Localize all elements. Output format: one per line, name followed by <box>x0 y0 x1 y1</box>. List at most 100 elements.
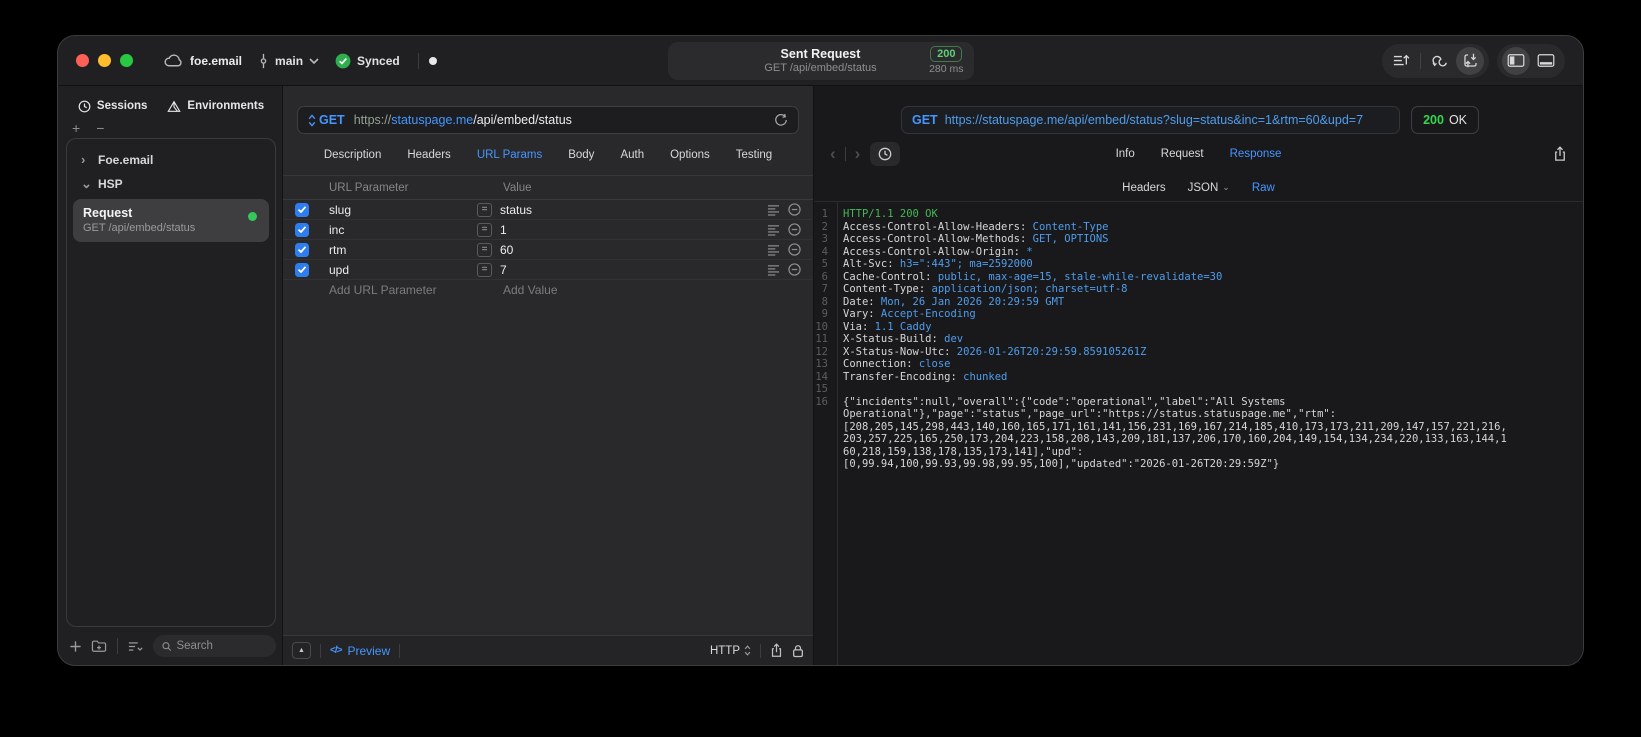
tab-auth[interactable]: Auth <box>620 149 644 161</box>
tree-group-foe-email[interactable]: › Foe.email <box>73 148 269 172</box>
summary-subtitle: GET /api/embed/status <box>764 62 877 74</box>
tab-info[interactable]: Info <box>1116 148 1135 160</box>
history-button[interactable] <box>870 142 901 166</box>
param-value-field[interactable]: 7 <box>500 263 507 277</box>
tab-request[interactable]: Request <box>1161 148 1204 160</box>
share-request-button[interactable] <box>770 643 783 658</box>
line-number: 9 <box>821 308 828 320</box>
tab-url-params[interactable]: URL Params <box>477 149 542 161</box>
row-options-icon[interactable] <box>767 224 780 236</box>
tab-description[interactable]: Description <box>324 149 382 161</box>
branch-selector[interactable]: main <box>258 53 319 69</box>
equals-icon: = <box>477 202 492 217</box>
column-header-parameter: URL Parameter <box>329 181 409 194</box>
request-url-bar[interactable]: GET https://statuspage.me/api/embed/stat… <box>297 106 799 134</box>
url-host: statuspage.me <box>391 113 474 127</box>
param-value-field[interactable]: 60 <box>500 243 513 257</box>
method-selector[interactable]: GET <box>308 113 345 127</box>
lock-button[interactable] <box>792 644 804 658</box>
code-token: dev <box>937 333 964 345</box>
equals-icon: = <box>477 222 492 237</box>
export-response-button[interactable] <box>1553 146 1567 162</box>
forward-button[interactable]: › <box>855 144 861 164</box>
sessions-tree: › Foe.email ⌄ HSP Request GET /api/embed… <box>66 138 276 627</box>
code-token: Connection: <box>843 358 913 370</box>
clock-icon <box>78 100 91 112</box>
minimize-button[interactable] <box>98 54 111 67</box>
row-options-icon[interactable] <box>767 244 780 256</box>
param-enabled-checkbox[interactable] <box>295 222 309 237</box>
sync-status-group[interactable]: Synced <box>335 53 400 69</box>
tree-group-hsp[interactable]: ⌄ HSP <box>73 172 269 196</box>
param-value-field[interactable]: status <box>500 203 532 217</box>
request-panel: GET https://statuspage.me/api/embed/stat… <box>282 86 814 665</box>
tab-body[interactable]: Body <box>568 149 594 161</box>
remove-param-icon[interactable] <box>788 203 801 216</box>
add-value-field[interactable]: Add Value <box>477 283 753 297</box>
api-flow-button[interactable] <box>1426 47 1454 75</box>
window-titlebar: foe.email main Synced Sent Request GET /… <box>58 36 1583 86</box>
tab-environments[interactable]: Environments <box>167 100 264 113</box>
sent-request-summary[interactable]: Sent Request GET /api/embed/status 200 2… <box>667 42 974 80</box>
remove-param-icon[interactable] <box>788 223 801 236</box>
new-folder-button[interactable] <box>91 639 107 653</box>
subtab-json[interactable]: JSON ⌄ <box>1188 182 1230 194</box>
tree-item-request[interactable]: Request GET /api/embed/status <box>73 199 269 242</box>
preview-button[interactable]: </> Preview <box>330 644 390 658</box>
param-enabled-checkbox[interactable] <box>295 242 309 257</box>
project-group[interactable]: foe.email <box>163 53 242 68</box>
back-button[interactable]: ‹ <box>830 144 836 164</box>
code-token: Via: <box>843 320 869 333</box>
param-name-field[interactable]: slug <box>329 203 477 217</box>
close-button[interactable] <box>76 54 89 67</box>
import-export-button[interactable] <box>1456 46 1484 75</box>
zoom-button[interactable] <box>120 54 133 67</box>
add-request-button[interactable] <box>69 640 82 653</box>
code-token: public, max-age=15, stale-while-revalida… <box>931 270 1223 283</box>
toggle-bottom-panel-button[interactable] <box>1532 47 1560 75</box>
param-enabled-checkbox[interactable] <box>295 202 309 217</box>
sort-requests-button[interactable] <box>1387 47 1415 75</box>
row-options-icon[interactable] <box>767 264 780 276</box>
sent-url-display[interactable]: GET https://statuspage.me/api/embed/stat… <box>901 106 1401 134</box>
response-body[interactable]: 1 HTTP/1.1 200 OK 2 Access-Control-Allow-He… <box>814 202 1583 665</box>
check-icon <box>297 206 307 214</box>
response-line: 2 Access-Control-Allow-Headers: Content-T… <box>814 221 1583 234</box>
subtab-raw[interactable]: Raw <box>1252 182 1275 194</box>
protocol-selector[interactable]: HTTP <box>710 645 751 657</box>
resend-button[interactable] <box>774 113 788 127</box>
tab-options[interactable]: Options <box>670 149 710 161</box>
remove-param-icon[interactable] <box>788 243 801 256</box>
tab-testing[interactable]: Testing <box>736 149 772 161</box>
code-token: GET, OPTIONS <box>1026 233 1109 245</box>
request-tabs: Description Headers URL Params Body Auth… <box>283 134 813 176</box>
line-number: 3 <box>821 233 828 245</box>
line-number: 12 <box>815 345 828 358</box>
row-options-icon[interactable] <box>767 204 780 216</box>
sidebar-search[interactable] <box>153 635 276 657</box>
expand-console-button[interactable]: ▲ <box>292 642 311 659</box>
remove-param-icon[interactable] <box>788 263 801 276</box>
add-group-button[interactable]: + <box>72 121 80 135</box>
param-name-field[interactable]: rtm <box>329 243 477 257</box>
subtab-headers[interactable]: Headers <box>1122 182 1165 194</box>
tab-headers[interactable]: Headers <box>407 149 450 161</box>
response-line: 8 Date: Mon, 26 Jan 2026 20:29:59 GMT <box>814 296 1583 309</box>
tab-response[interactable]: Response <box>1230 148 1282 160</box>
search-input[interactable] <box>176 640 267 652</box>
project-name: foe.email <box>190 53 243 68</box>
request-url-text[interactable]: https://statuspage.me/api/embed/status <box>354 113 572 127</box>
remove-group-button[interactable]: − <box>96 121 104 135</box>
param-enabled-checkbox[interactable] <box>295 262 309 277</box>
footer-divider <box>399 643 401 658</box>
tab-sessions-label: Sessions <box>96 100 148 112</box>
add-parameter-field[interactable]: Add URL Parameter <box>329 283 477 297</box>
response-line: 11 X-Status-Build: dev <box>814 333 1583 346</box>
param-name-field[interactable]: inc <box>329 223 477 237</box>
param-value-field[interactable]: 1 <box>500 223 507 237</box>
param-name-field[interactable]: upd <box>329 263 477 277</box>
tab-sessions[interactable]: Sessions <box>78 100 148 113</box>
toolbar-separator <box>1420 52 1421 69</box>
sort-filter-button[interactable] <box>128 640 144 653</box>
toggle-sidebar-button[interactable] <box>1502 46 1530 75</box>
